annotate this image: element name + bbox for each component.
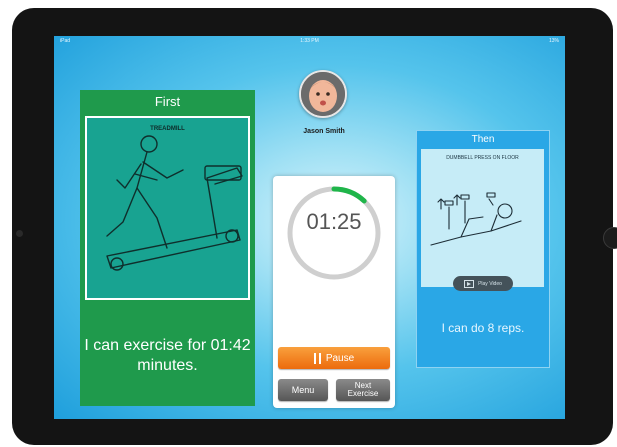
- play-video-label: Play Video: [478, 280, 502, 287]
- play-video-icon: [464, 279, 475, 288]
- camera-dot: [16, 230, 23, 237]
- app-screen: iPad 1:33 PM 13% Jason Smith First TREAD…: [54, 36, 565, 419]
- dumbbell-press-figure-icon: [430, 192, 522, 246]
- then-activity-card: Then DUMBBELL PRESS ON FLOOR Play Video …: [416, 130, 550, 368]
- child-portrait-icon: [301, 72, 345, 116]
- student-name: Jason Smith: [303, 128, 345, 135]
- dumbbell-press-image: DUMBBELL PRESS ON FLOOR: [421, 149, 544, 287]
- home-button[interactable]: [603, 227, 617, 249]
- first-description: I can exercise for 01:42 minutes.: [84, 337, 251, 374]
- play-video-button[interactable]: Play Video: [453, 276, 513, 291]
- timer-panel: 01:25 Pause Menu Next Exercise: [273, 176, 395, 408]
- battery-label: 13%: [548, 38, 559, 44]
- first-activity-card: First TREADMILL I can exercise for 01:42…: [80, 90, 255, 406]
- next-exercise-button[interactable]: Next Exercise: [336, 379, 390, 401]
- treadmill-image: TREADMILL: [85, 116, 250, 300]
- then-description: I can do 8 reps.: [441, 321, 525, 335]
- pause-icon: [313, 352, 321, 364]
- avatar[interactable]: [299, 70, 347, 118]
- then-title: Then: [471, 134, 495, 145]
- pause-button[interactable]: Pause: [278, 347, 390, 369]
- treadmill-runner-icon: [106, 135, 243, 271]
- timer-readout: 01:25: [306, 209, 362, 234]
- menu-button[interactable]: Menu: [278, 379, 328, 401]
- clock: 1:33 PM: [300, 38, 319, 44]
- status-bar: iPad 1:33 PM 13%: [54, 36, 565, 46]
- first-title: First: [154, 94, 181, 109]
- pause-label: Pause: [325, 352, 355, 364]
